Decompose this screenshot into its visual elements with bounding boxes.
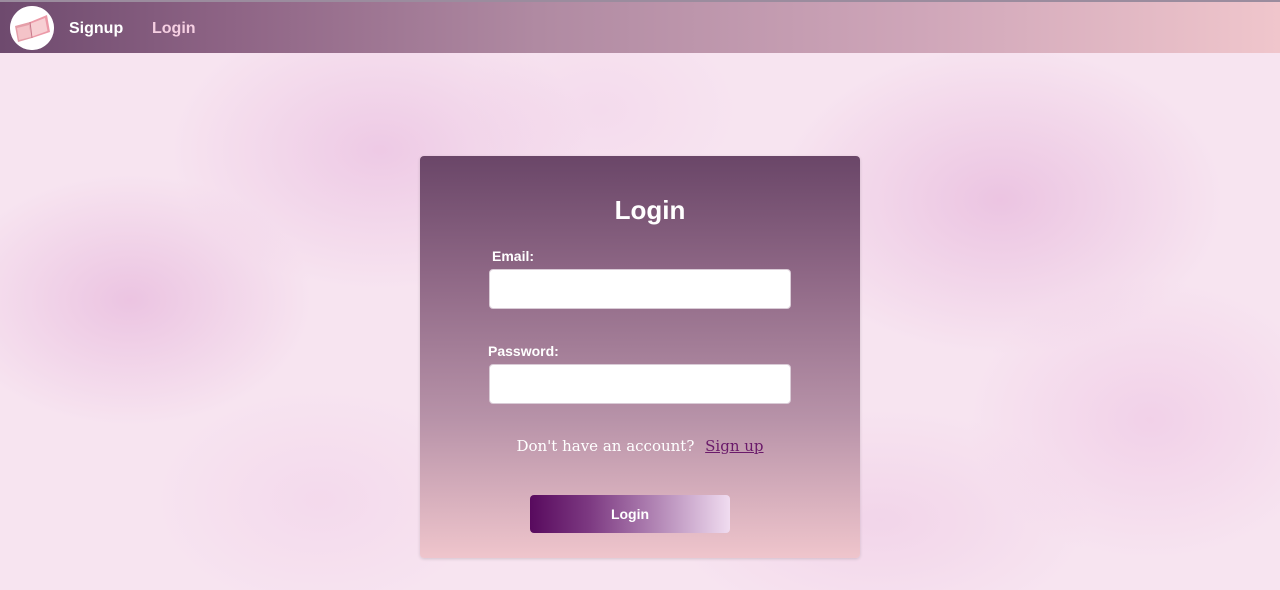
login-card: Login Email: Password: Don't have an acc… <box>420 156 860 558</box>
account-prompt-row: Don't have an account? Sign up <box>420 436 860 456</box>
signup-link[interactable]: Sign up <box>705 437 763 455</box>
logo[interactable] <box>10 6 54 50</box>
email-label: Email: <box>492 248 535 264</box>
open-book-icon <box>10 6 54 50</box>
navbar: Signup Login <box>0 0 1280 53</box>
nav-signup-link[interactable]: Signup <box>69 19 123 39</box>
password-label: Password: <box>488 343 559 359</box>
login-button[interactable]: Login <box>530 495 730 533</box>
account-prompt-text: Don't have an account? <box>516 437 695 455</box>
password-field[interactable] <box>489 364 791 404</box>
login-title: Login <box>614 195 686 225</box>
nav-login-link[interactable]: Login <box>152 19 196 39</box>
email-field[interactable] <box>489 269 791 309</box>
